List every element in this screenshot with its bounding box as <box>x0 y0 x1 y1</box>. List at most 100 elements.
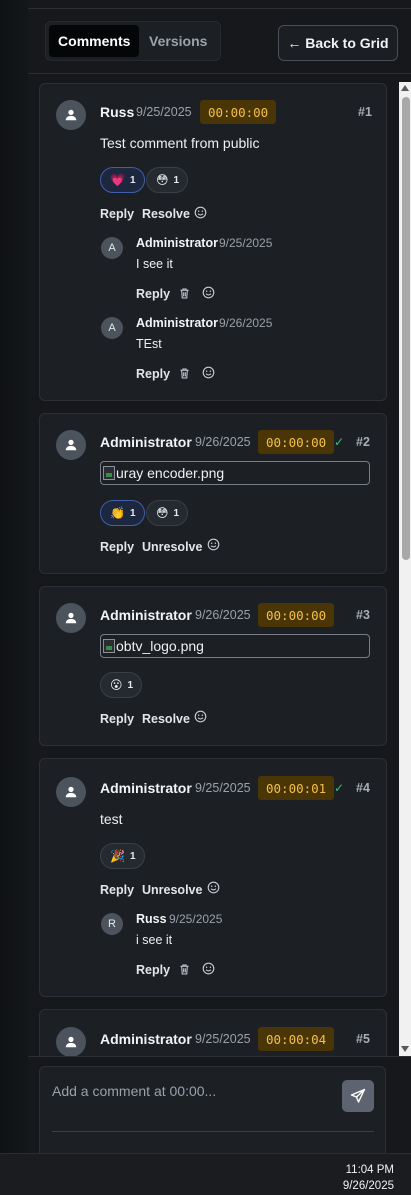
comment-author: Russ <box>100 104 135 120</box>
reaction-count: 1 <box>173 507 180 519</box>
reaction-chip[interactable]: 💗 1 <box>100 167 145 193</box>
scroll-down-arrow-icon[interactable] <box>401 1046 409 1052</box>
clap-emoji-icon: 👏 <box>110 506 125 520</box>
user-avatar <box>56 100 86 130</box>
reply-text: i see it <box>136 933 173 947</box>
reply-button[interactable]: Reply <box>136 287 170 301</box>
broken-image-icon <box>103 466 115 480</box>
reply-avatar: A <box>101 237 123 259</box>
resolved-check-icon: ✓ <box>334 435 345 449</box>
comment-date: 9/26/2025 <box>195 435 251 449</box>
reply-author: Administrator <box>136 316 218 330</box>
taskbar-time[interactable]: 11:04 PM <box>346 1164 394 1176</box>
image-attachment[interactable]: obtv_logo.png <box>100 634 370 658</box>
scrollbar-thumb[interactable] <box>402 97 410 560</box>
resolve-button[interactable]: Resolve <box>142 712 190 726</box>
reply-text: I see it <box>136 257 173 271</box>
comment-author: Administrator <box>100 780 192 796</box>
broken-image-icon <box>103 639 115 653</box>
comment-input[interactable] <box>52 1083 322 1099</box>
trash-icon[interactable] <box>178 963 191 976</box>
back-to-grid-button[interactable]: ← Back to Grid <box>278 25 398 61</box>
comment-number: #4 <box>356 781 370 795</box>
flushed-emoji-icon: 😳 <box>156 173 169 187</box>
user-avatar <box>56 430 86 460</box>
image-alt-text: uray encoder.png <box>116 465 225 481</box>
reply-date: 9/26/2025 <box>219 316 273 330</box>
add-reaction-icon[interactable] <box>194 206 207 219</box>
party-emoji-icon: 🎉 <box>110 849 125 863</box>
taskbar: 11:04 PM 9/26/2025 <box>0 1153 411 1195</box>
comment-number: #1 <box>358 105 372 119</box>
add-reaction-icon[interactable] <box>202 366 215 379</box>
reaction-count: 1 <box>129 507 136 519</box>
comment-date: 9/25/2025 <box>195 781 251 795</box>
timecode-badge[interactable]: 00:00:00 <box>258 603 335 627</box>
comment-list: Russ 9/25/2025 00:00:00 #1 Test comment … <box>28 74 398 1056</box>
add-reaction-icon[interactable] <box>207 538 220 551</box>
timecode-badge[interactable]: 00:00:01 <box>258 776 335 800</box>
taskbar-date[interactable]: 9/26/2025 <box>343 1180 394 1192</box>
comment-card: Russ 9/25/2025 00:00:00 #1 Test comment … <box>39 83 387 401</box>
unresolve-button[interactable]: Unresolve <box>142 883 202 897</box>
resolve-button[interactable]: Resolve <box>142 207 190 221</box>
divider <box>28 8 411 9</box>
comment-number: #3 <box>356 608 370 622</box>
add-reaction-icon[interactable] <box>207 881 220 894</box>
reply-button[interactable]: Reply <box>136 367 170 381</box>
add-reaction-icon[interactable] <box>194 710 207 723</box>
comment-card: Administrator 9/26/2025 00:00:00 #3 obtv… <box>39 586 387 746</box>
tab-versions[interactable]: Versions <box>139 25 217 57</box>
comment-author: Administrator <box>100 434 192 450</box>
comment-number: #5 <box>356 1032 370 1046</box>
timecode-badge[interactable]: 00:00:00 <box>200 100 277 124</box>
trash-icon[interactable] <box>178 367 191 380</box>
reply-avatar: A <box>101 317 123 339</box>
surprised-emoji-icon: 😮 <box>110 678 123 692</box>
comment-number: #2 <box>356 435 370 449</box>
reaction-count: 1 <box>127 679 134 691</box>
reaction-chip[interactable]: 😳 1 <box>146 500 189 526</box>
heart-emoji-icon: 💗 <box>110 173 125 187</box>
send-button[interactable] <box>342 1080 374 1112</box>
divider <box>52 1131 374 1132</box>
reaction-chip[interactable]: 👏 1 <box>100 500 145 526</box>
reply-date: 9/25/2025 <box>219 236 273 250</box>
reply-avatar: R <box>101 913 123 935</box>
reply-button[interactable]: Reply <box>100 712 134 726</box>
user-avatar <box>56 1027 86 1056</box>
reaction-chip[interactable]: 😳 1 <box>146 167 189 193</box>
add-reaction-icon[interactable] <box>202 962 215 975</box>
comment-author: Administrator <box>100 607 192 623</box>
tab-comments[interactable]: Comments <box>49 25 140 57</box>
user-icon <box>65 786 77 798</box>
reply-button[interactable]: Reply <box>100 207 134 221</box>
image-attachment[interactable]: uray encoder.png <box>100 461 370 485</box>
comment-text: Test comment from public <box>100 135 260 151</box>
unresolve-button[interactable]: Unresolve <box>142 540 202 554</box>
trash-icon[interactable] <box>178 287 191 300</box>
user-icon <box>65 439 77 451</box>
reply-author: Administrator <box>136 236 218 250</box>
reply-button[interactable]: Reply <box>100 883 134 897</box>
comment-date: 9/25/2025 <box>136 105 192 119</box>
timecode-badge[interactable]: 00:00:00 <box>258 430 335 454</box>
left-edge-strip <box>0 0 28 1153</box>
reply-date: 9/25/2025 <box>169 912 223 926</box>
comment-author: Administrator <box>100 1031 192 1047</box>
comment-date: 9/25/2025 <box>195 1032 251 1046</box>
scroll-up-arrow-icon[interactable] <box>401 85 409 91</box>
comment-text: test <box>100 811 123 827</box>
divider <box>28 1056 411 1057</box>
add-reaction-icon[interactable] <box>202 286 215 299</box>
resolved-check-icon: ✓ <box>334 781 345 795</box>
reaction-count: 1 <box>129 850 136 862</box>
reaction-chip[interactable]: 😮 1 <box>100 672 143 698</box>
reply-button[interactable]: Reply <box>136 963 170 977</box>
reply-author: Russ <box>136 912 167 926</box>
comment-card: Administrator 9/26/2025 00:00:00 ✓ #2 ur… <box>39 413 387 574</box>
timecode-badge[interactable]: 00:00:04 <box>258 1027 335 1051</box>
reaction-chip[interactable]: 🎉 1 <box>100 843 145 869</box>
comment-card: Administrator 9/25/2025 00:00:01 ✓ #4 te… <box>39 758 387 997</box>
reply-button[interactable]: Reply <box>100 540 134 554</box>
